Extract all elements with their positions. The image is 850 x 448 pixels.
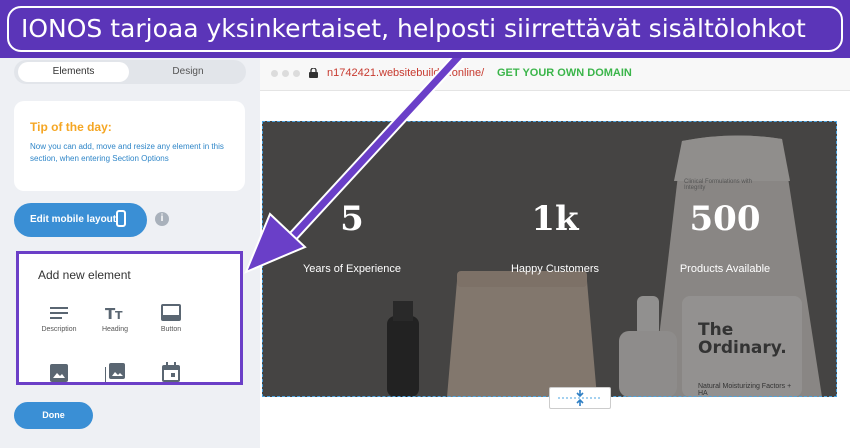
resize-arrows-icon [558, 390, 602, 406]
edit-mobile-layout-label: Edit mobile layout [30, 214, 117, 225]
phone-icon [116, 210, 126, 227]
tab-elements[interactable]: Elements [18, 62, 129, 82]
get-domain-link[interactable]: GET YOUR OWN DOMAIN [497, 67, 632, 79]
highlight-box [16, 251, 243, 385]
site-url[interactable]: n1742421.websitebuilder.online/ [327, 67, 484, 79]
done-button[interactable]: Done [14, 402, 93, 429]
window-dot [293, 70, 300, 77]
caption-text: IONOS tarjoaa yksinkertaiset, helposti s… [7, 6, 843, 52]
edit-mobile-layout-button[interactable]: Edit mobile layout [14, 203, 147, 237]
window-dot [271, 70, 278, 77]
tip-title: Tip of the day: [30, 120, 112, 134]
window-dot [282, 70, 289, 77]
section-outline [262, 121, 837, 397]
tip-text: Now you can add, move and resize any ele… [30, 142, 224, 163]
tab-design[interactable]: Design [134, 62, 242, 82]
section-resize-handle[interactable] [549, 387, 611, 409]
lock-icon [309, 68, 318, 78]
info-icon[interactable]: i [155, 212, 169, 226]
